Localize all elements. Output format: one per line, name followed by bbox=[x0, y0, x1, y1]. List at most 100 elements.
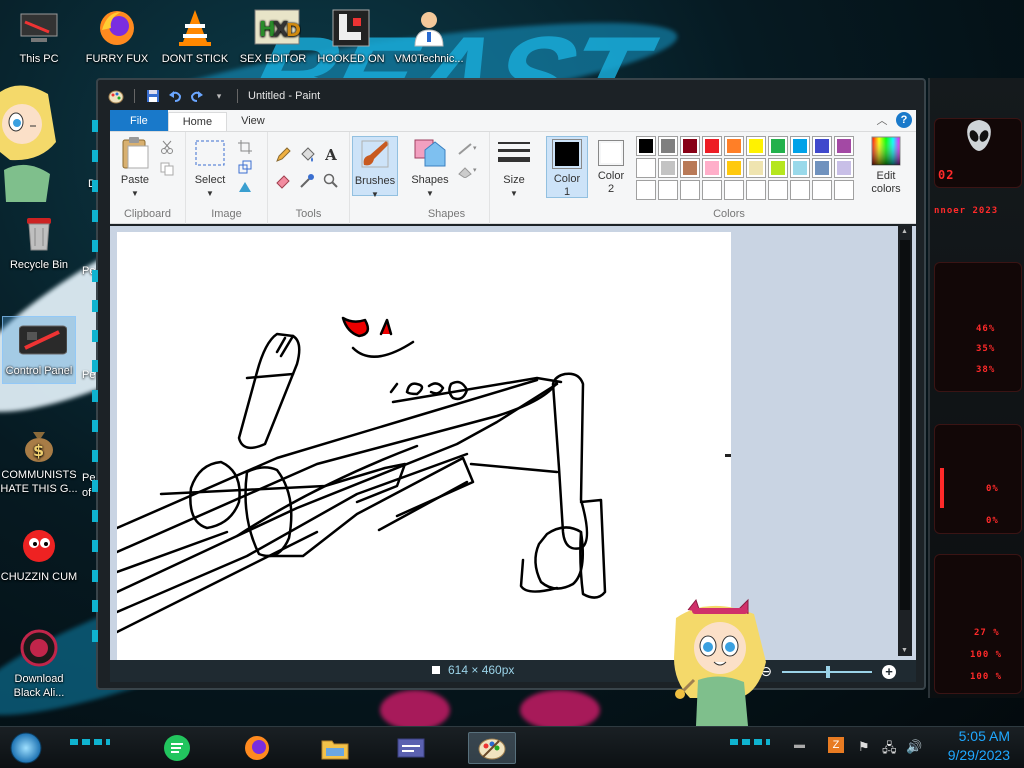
tab-view[interactable]: View bbox=[227, 110, 279, 131]
app-icon bbox=[331, 8, 371, 48]
magnifier-icon[interactable] bbox=[322, 172, 340, 190]
show-hidden-icons[interactable]: ▬ bbox=[794, 739, 805, 751]
palette-color-swatch[interactable] bbox=[680, 180, 700, 200]
palette-color-swatch[interactable] bbox=[834, 180, 854, 200]
paint-app-icon[interactable] bbox=[108, 88, 124, 104]
size-button[interactable]: Size ▼ bbox=[494, 136, 534, 200]
system-clock[interactable]: 5:05 AM 9/29/2023 bbox=[930, 727, 1010, 765]
palette-color-swatch[interactable] bbox=[768, 136, 788, 156]
palette-color-swatch[interactable] bbox=[812, 158, 832, 178]
palette-color-swatch[interactable] bbox=[768, 180, 788, 200]
desktop-icon-chuzzin[interactable]: CHUZZIN CUM bbox=[0, 526, 78, 584]
palette-color-swatch[interactable] bbox=[724, 136, 744, 156]
fill-bucket-icon[interactable] bbox=[298, 146, 316, 164]
taskbar-paint[interactable] bbox=[468, 732, 516, 764]
palette-color-swatch[interactable] bbox=[790, 158, 810, 178]
brushes-button[interactable]: Brushes ▼ bbox=[352, 136, 398, 199]
scroll-thumb[interactable] bbox=[900, 240, 910, 610]
color2-button[interactable]: Color 2 bbox=[590, 136, 632, 198]
shapes-button[interactable]: Shapes ▼ bbox=[408, 136, 452, 200]
palette-color-swatch[interactable] bbox=[658, 158, 678, 178]
palette-color-swatch[interactable] bbox=[702, 158, 722, 178]
drawing-canvas[interactable] bbox=[115, 232, 731, 660]
cut-icon[interactable] bbox=[158, 138, 176, 156]
paste-button[interactable]: Paste ▼ bbox=[116, 136, 154, 200]
crop-icon[interactable] bbox=[236, 138, 254, 156]
redo-icon[interactable] bbox=[189, 88, 205, 104]
copy-icon[interactable] bbox=[158, 160, 176, 178]
save-icon[interactable] bbox=[145, 88, 161, 104]
palette-color-swatch[interactable] bbox=[746, 136, 766, 156]
taskbar-file-explorer[interactable] bbox=[318, 732, 352, 764]
undo-icon[interactable] bbox=[167, 88, 183, 104]
scroll-up-icon[interactable]: ▲ bbox=[901, 228, 908, 235]
desktop-icon-dont-stick[interactable]: DONT STICK bbox=[156, 8, 234, 66]
desktop-icon-furry-fux[interactable]: FURRY FUX bbox=[78, 8, 156, 66]
palette-color-swatch[interactable] bbox=[790, 136, 810, 156]
tab-file[interactable]: File bbox=[110, 110, 168, 131]
eraser-icon[interactable] bbox=[274, 172, 292, 190]
palette-color-swatch[interactable] bbox=[746, 158, 766, 178]
taskbar-notes-app[interactable] bbox=[160, 732, 194, 764]
title-bar[interactable]: ▾ Untitled - Paint bbox=[108, 84, 920, 108]
palette-color-swatch[interactable] bbox=[702, 136, 722, 156]
computer-icon bbox=[19, 8, 59, 48]
taskbar-app[interactable] bbox=[394, 732, 428, 764]
taskbar-firefox[interactable] bbox=[240, 732, 274, 764]
palette-color-swatch[interactable] bbox=[680, 136, 700, 156]
palette-color-swatch[interactable] bbox=[724, 180, 744, 200]
group-clipboard: Paste ▼ Clipboard bbox=[110, 132, 186, 224]
palette-color-swatch[interactable] bbox=[812, 180, 832, 200]
tab-home[interactable]: Home bbox=[167, 112, 228, 131]
desktop-icon-this-pc[interactable]: This PC bbox=[0, 8, 78, 66]
text-icon[interactable]: A bbox=[322, 146, 340, 164]
palette-color-swatch[interactable] bbox=[636, 158, 656, 178]
zoom-slider[interactable] bbox=[782, 665, 872, 678]
palette-color-swatch[interactable] bbox=[680, 158, 700, 178]
zoom-in-icon[interactable]: + bbox=[882, 664, 896, 679]
outline-icon[interactable]: ▾ bbox=[456, 140, 482, 158]
desktop-icon-hooked-on[interactable]: HOOKED ON bbox=[312, 8, 390, 66]
palette-color-swatch[interactable] bbox=[636, 180, 656, 200]
palette-color-swatch[interactable] bbox=[658, 180, 678, 200]
palette-color-swatch[interactable] bbox=[812, 136, 832, 156]
rotate-icon[interactable] bbox=[236, 178, 254, 196]
desktop-icon-vm0technic[interactable]: VM0Technic... bbox=[390, 8, 468, 66]
start-button[interactable] bbox=[8, 730, 44, 766]
desktop-icon-sex-editor[interactable]: HXD SEX EDITOR bbox=[234, 8, 312, 66]
chevron-up-icon[interactable]: ︿ bbox=[874, 112, 890, 128]
palette-color-swatch[interactable] bbox=[790, 180, 810, 200]
cartoon-character-sticker bbox=[0, 85, 56, 202]
scroll-down-icon[interactable]: ▼ bbox=[901, 647, 908, 654]
desktop-icon-communists[interactable]: $ COMMUNISTS HATE THIS G... bbox=[0, 424, 78, 496]
network-icon[interactable]: 🖧 bbox=[882, 739, 897, 761]
help-icon[interactable]: ? bbox=[896, 112, 912, 128]
select-button[interactable]: Select ▼ bbox=[190, 136, 230, 200]
taskbar: ▬ Z ⚑ 🖧 🔊 5:05 AM 9/29/2023 bbox=[0, 726, 1024, 768]
palette-color-swatch[interactable] bbox=[834, 158, 854, 178]
desktop-icon-download-black[interactable]: Download Black Ali... bbox=[0, 628, 78, 700]
palette-color-swatch[interactable] bbox=[746, 180, 766, 200]
desktop-icon-control-panel[interactable]: Control Panel bbox=[0, 316, 78, 384]
edit-colors-button[interactable]: Edit colors bbox=[864, 136, 908, 196]
volume-icon[interactable]: 🔊 bbox=[906, 739, 922, 755]
palette-color-swatch[interactable] bbox=[834, 136, 854, 156]
palette-color-swatch[interactable] bbox=[702, 180, 722, 200]
color1-button[interactable]: Color 1 bbox=[546, 136, 588, 198]
fill-icon[interactable]: ▾ bbox=[456, 162, 482, 180]
palette-color-swatch[interactable] bbox=[768, 158, 788, 178]
resize-icon[interactable] bbox=[236, 158, 254, 176]
pencil-icon[interactable] bbox=[274, 146, 292, 164]
svg-text:▾: ▾ bbox=[473, 145, 477, 152]
palette-color-swatch[interactable] bbox=[658, 136, 678, 156]
vertical-scrollbar[interactable]: ▲ ▼ bbox=[898, 226, 912, 656]
flag-icon[interactable]: ⚑ bbox=[858, 739, 870, 755]
palette-color-swatch[interactable] bbox=[724, 158, 744, 178]
palette-color-swatch[interactable] bbox=[636, 136, 656, 156]
desktop-icon-recycle-bin[interactable]: Recycle Bin bbox=[0, 214, 78, 272]
group-brushes: Brushes ▼ bbox=[350, 132, 404, 224]
customize-toolbar-icon[interactable]: ▾ bbox=[211, 88, 227, 104]
doctor-icon bbox=[409, 8, 449, 48]
tray-app-icon[interactable]: Z bbox=[828, 737, 844, 753]
color-picker-icon[interactable] bbox=[298, 172, 316, 190]
